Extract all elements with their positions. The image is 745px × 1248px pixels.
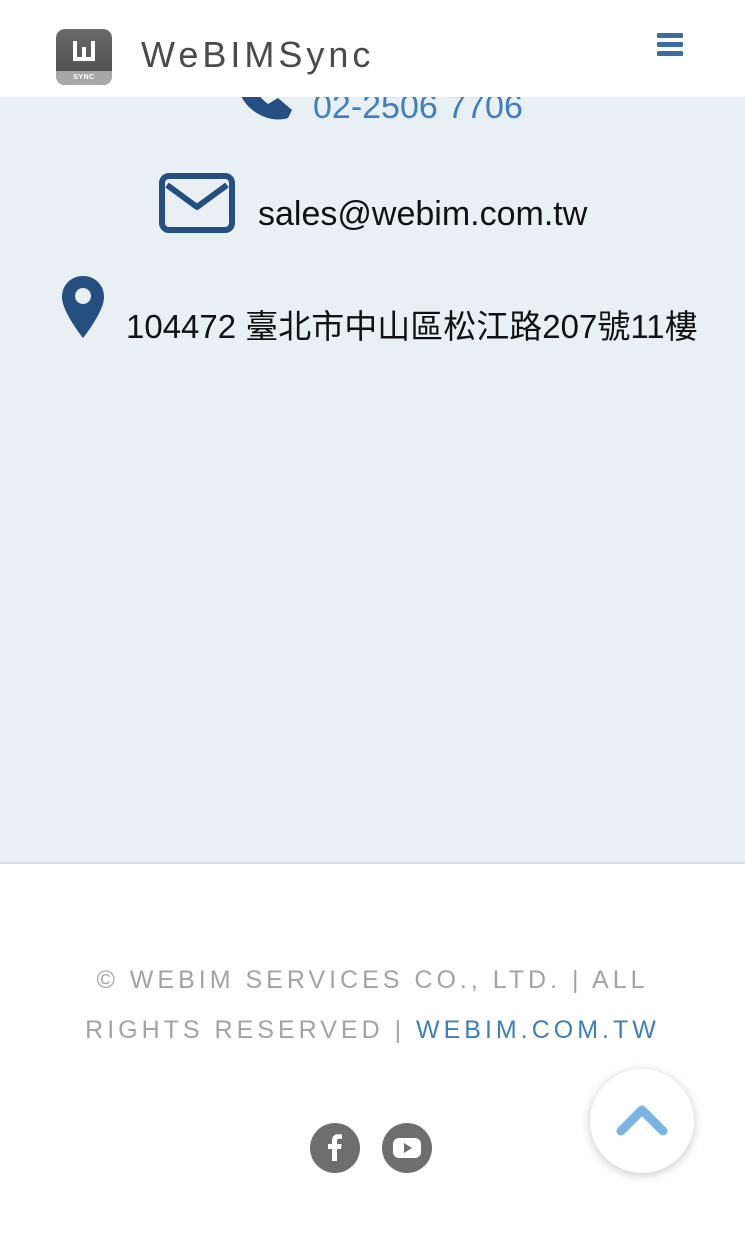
contact-section: 02-2506 7706 sales@webim.com.tw 104472 臺… (0, 0, 745, 864)
facebook-icon[interactable] (310, 1123, 360, 1173)
brand-name[interactable]: WeBIMSync (141, 34, 374, 76)
webimsync-logo[interactable]: SYNC (56, 29, 112, 85)
envelope-icon (159, 173, 235, 238)
map-pin-icon (60, 274, 106, 345)
address-text: 104472 臺北市中山區松江路207號11樓 (126, 308, 698, 345)
site-header: SYNC WeBIMSync (0, 0, 745, 97)
youtube-icon[interactable] (382, 1123, 432, 1173)
logo-badge-text: SYNC (56, 71, 112, 85)
chevron-up-icon (616, 1105, 668, 1136)
webim-link[interactable]: WEBIM.COM.TW (416, 1016, 660, 1044)
copyright-text: © WEBIM SERVICES CO., LTD. | ALL RIGHTS … (40, 955, 705, 1055)
back-to-top-button[interactable] (590, 1069, 694, 1173)
email-link[interactable]: sales@webim.com.tw (258, 195, 587, 234)
hamburger-menu-icon[interactable] (657, 33, 683, 57)
